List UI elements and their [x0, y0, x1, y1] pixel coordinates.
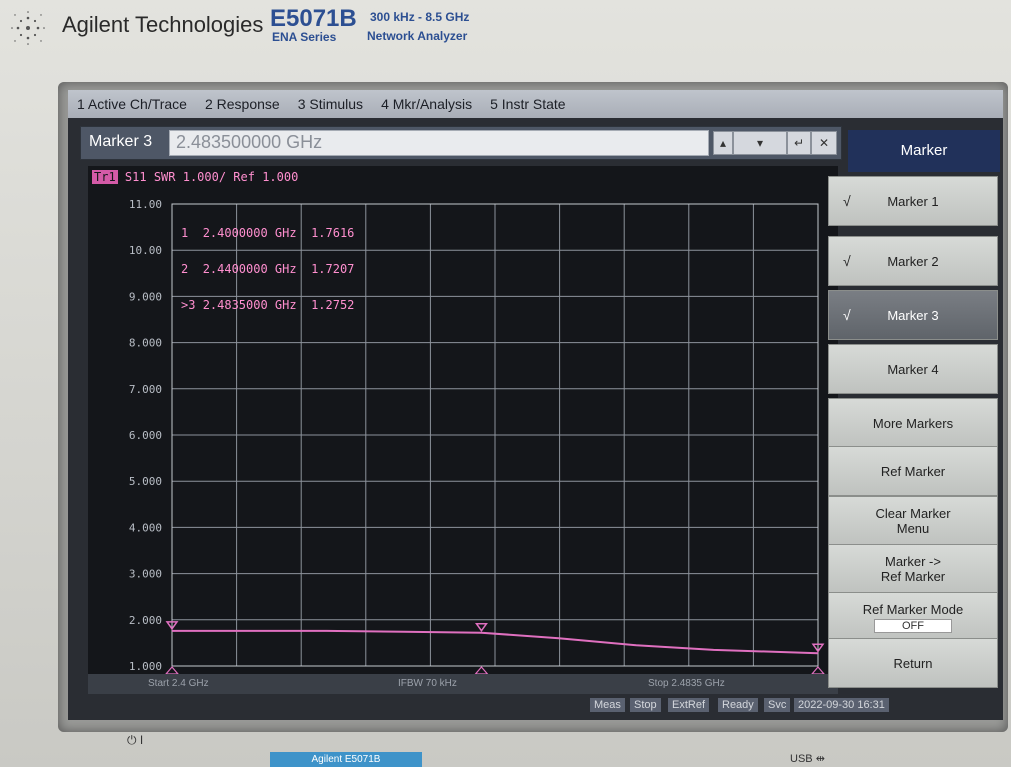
y-tick-label: 1.000: [129, 660, 162, 673]
menu-active-ch-trace[interactable]: 1 Active Ch/Trace: [68, 96, 196, 112]
step-spinner-button[interactable]: ▴: [713, 131, 733, 155]
marker-readout: 1 2.4000000 GHz 1.7616 2 2.4400000 GHz 1…: [181, 203, 354, 323]
status-bar: Meas Stop ExtRef Ready Svc 2022-09-30 16…: [590, 698, 1000, 716]
power-switch[interactable]: ⏻ I: [127, 733, 143, 748]
y-tick-label: 11.00: [129, 198, 162, 211]
usb-icon: ⇹: [815, 753, 825, 765]
y-tick-label: 3.000: [129, 568, 162, 581]
ifbw-label: IFBW 70 kHz: [398, 678, 457, 689]
analyzer-name: Network Analyzer: [367, 29, 468, 43]
status-extref: ExtRef: [668, 698, 710, 712]
enter-icon: ↵: [793, 136, 805, 150]
usb-label: USB: [790, 753, 813, 765]
marker-id: 1: [181, 226, 189, 240]
marker-freq: 2.4835000 GHz: [202, 298, 297, 312]
softkey-title: Marker: [848, 130, 1000, 172]
softkey-clear-marker-menu[interactable]: Clear Marker Menu: [828, 496, 998, 546]
series-name: ENA Series: [272, 30, 337, 44]
y-tick-label: 9.000: [129, 290, 162, 303]
marker-frequency-input[interactable]: 2.483500000 GHz: [169, 130, 709, 156]
marker-triangle: [475, 622, 488, 632]
menu-bar: 1 Active Ch/Trace 2 Response 3 Stimulus …: [68, 90, 1003, 118]
softkey-label: Return: [893, 655, 933, 671]
marker-freq: 2.4400000 GHz: [202, 262, 297, 276]
status-svc: Svc: [764, 698, 791, 712]
frequency-range: 300 kHz - 8.5 GHz: [370, 10, 470, 24]
softkey-marker-2[interactable]: √ Marker 2: [828, 236, 998, 286]
marker-id: 2: [181, 262, 189, 276]
status-meas: Meas: [590, 698, 625, 712]
enter-button[interactable]: ↵: [787, 131, 811, 155]
marker-value: 1.7207: [311, 262, 355, 276]
marker-value: 1.2752: [311, 298, 355, 312]
stimulus-marker-triangle: [165, 666, 179, 674]
close-entry-button[interactable]: ✕: [811, 131, 837, 155]
softkey-more-markers[interactable]: More Markers: [828, 398, 998, 448]
menu-instr-state[interactable]: 5 Instr State: [481, 96, 574, 112]
softkey-ref-marker[interactable]: Ref Marker: [828, 446, 998, 496]
softkey-marker-ref-marker[interactable]: Marker -> Ref Marker: [828, 544, 998, 594]
softkey-marker-4[interactable]: Marker 4: [828, 344, 998, 394]
model-badge: Agilent E5071B: [270, 752, 422, 767]
marker-freq: 2.4000000 GHz: [202, 226, 297, 240]
close-icon: ✕: [818, 136, 830, 150]
marker-readout-row-3: >3 2.4835000 GHz 1.2752: [181, 299, 354, 311]
model-number: E5071B: [270, 5, 357, 32]
softkey-label: Clear Marker Menu: [875, 506, 951, 536]
softkey-label: Marker -> Ref Marker: [880, 554, 946, 584]
step-down-icon: ▾: [756, 136, 764, 150]
trace-header: Tr1 S11 SWR 1.000/ Ref 1.000: [92, 170, 298, 184]
marker-id: >3: [181, 298, 196, 312]
softkey-label: Ref Marker Mode OFF: [862, 601, 964, 633]
trace-header-text: S11 SWR 1.000/ Ref 1.000: [124, 170, 299, 184]
y-tick-label: 8.000: [129, 337, 162, 350]
softkey-label: Marker 2: [887, 253, 939, 269]
menu-mkr-analysis[interactable]: 4 Mkr/Analysis: [372, 96, 481, 112]
entry-bar: Marker 3 2.483500000 GHz ▴ ▾ ↵ ✕: [80, 126, 842, 160]
y-tick-label: 4.000: [129, 521, 162, 534]
usb-port: USB ⇹: [790, 752, 825, 765]
softkey-label: Marker 1: [887, 193, 939, 209]
softkey-ref-marker-mode[interactable]: Ref Marker Mode OFF: [828, 592, 998, 642]
y-tick-label: 7.000: [129, 383, 162, 396]
y-tick-label: 5.000: [129, 475, 162, 488]
marker-value: 1.7616: [311, 226, 355, 240]
softkey-marker-3[interactable]: √ Marker 3: [828, 290, 998, 340]
menu-response[interactable]: 2 Response: [196, 96, 289, 112]
softkey-label: More Markers: [872, 415, 954, 431]
softkey-label: Ref Marker: [880, 463, 946, 479]
chart-footer: Start 2.4 GHz IFBW 70 kHz Stop 2.4835 GH…: [88, 674, 838, 694]
stop-frequency: Stop 2.4835 GHz: [648, 678, 725, 689]
softkey-return[interactable]: Return: [828, 638, 998, 688]
status-stop: Stop: [630, 698, 661, 712]
check-icon: √: [843, 307, 851, 323]
softkey-marker-1[interactable]: √ Marker 1: [828, 176, 998, 226]
menu-stimulus[interactable]: 3 Stimulus: [289, 96, 372, 112]
y-tick-label: 2.000: [129, 614, 162, 627]
step-up-icon: ▴: [719, 136, 727, 150]
y-tick-label: 10.00: [129, 244, 162, 257]
check-icon: √: [843, 253, 851, 269]
marker-frequency-value: 2.483500000 GHz: [176, 132, 323, 152]
check-icon: √: [843, 193, 851, 209]
step-up-down-button[interactable]: ▾: [733, 131, 787, 155]
brand-name: Agilent Technologies: [62, 12, 264, 37]
marker-readout-row-1: 1 2.4000000 GHz 1.7616: [181, 227, 354, 239]
softkey-value: OFF: [873, 618, 952, 633]
marker-readout-row-2: 2 2.4400000 GHz 1.7207: [181, 263, 354, 275]
softkey-label: Marker 4: [887, 361, 939, 377]
stimulus-marker-triangle: [474, 666, 489, 674]
softkey-label: Marker 3: [887, 307, 939, 323]
trace-tag[interactable]: Tr1: [92, 170, 118, 184]
agilent-logo-icon: [11, 11, 45, 45]
y-tick-label: 6.000: [129, 429, 162, 442]
stimulus-marker-triangle: [811, 666, 825, 674]
start-frequency: Start 2.4 GHz: [148, 678, 209, 689]
entry-label: Marker 3: [89, 133, 153, 150]
status-datetime: 2022-09-30 16:31: [794, 698, 889, 712]
status-ready: Ready: [718, 698, 758, 712]
